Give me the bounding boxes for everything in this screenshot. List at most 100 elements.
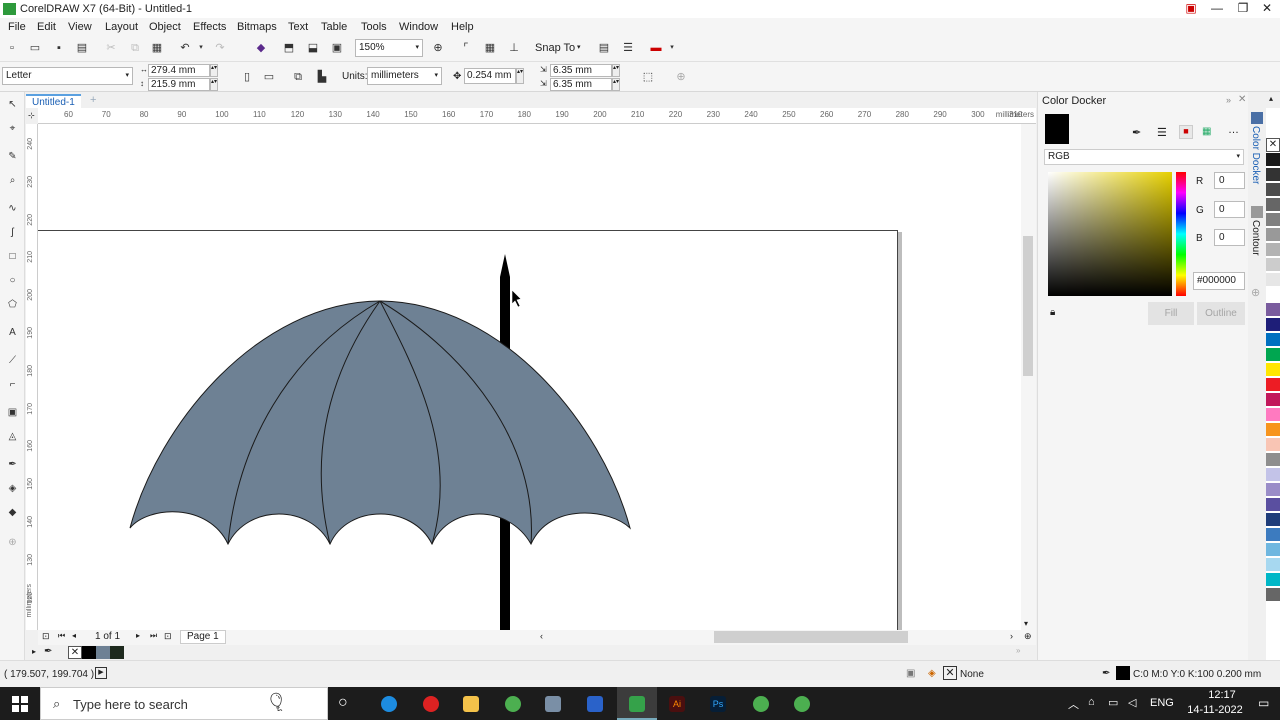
landscape-icon[interactable]: ▭ bbox=[262, 70, 276, 84]
vertical-scrollbar[interactable]: ▾ bbox=[1021, 124, 1036, 630]
palette-swatch[interactable] bbox=[1266, 288, 1280, 302]
coreldraw-taskbar-button[interactable] bbox=[617, 687, 657, 720]
file-explorer-icon[interactable] bbox=[463, 696, 479, 712]
scroll-right-icon[interactable]: › bbox=[1010, 631, 1013, 641]
illustrator-icon[interactable]: Ai bbox=[669, 696, 685, 712]
edge-icon[interactable] bbox=[381, 696, 397, 712]
chevron-down-icon[interactable]: ▾ bbox=[665, 41, 679, 55]
parallel-dimension-icon[interactable]: ⟋ bbox=[6, 354, 19, 367]
app-icon[interactable] bbox=[587, 696, 603, 712]
palette-swatch[interactable] bbox=[1266, 573, 1280, 587]
page-tab[interactable]: Page 1 bbox=[180, 630, 226, 644]
palette-swatch[interactable] bbox=[1266, 303, 1280, 317]
polygon-tool-icon[interactable]: ⬠ bbox=[6, 298, 19, 311]
network-icon[interactable]: ⌂ bbox=[1088, 696, 1095, 708]
menu-tools[interactable]: Tools bbox=[361, 21, 387, 33]
add-page-before-icon[interactable]: ⊡ bbox=[42, 631, 50, 642]
minimize-button[interactable]: — bbox=[1204, 0, 1230, 18]
b-field[interactable]: 0 bbox=[1214, 229, 1245, 246]
palette-swatch[interactable] bbox=[1266, 528, 1280, 542]
close-button[interactable]: ✕ bbox=[1254, 0, 1280, 18]
transparency-tool-icon[interactable]: ◬ bbox=[6, 430, 19, 443]
export-icon[interactable]: ⬓ bbox=[306, 41, 320, 55]
connector-tool-icon[interactable]: ⌐ bbox=[6, 378, 19, 391]
snap-to-button[interactable]: Snap To bbox=[535, 42, 575, 54]
hex-field[interactable]: #000000 bbox=[1193, 272, 1245, 290]
nudge-spinner[interactable]: ▴▾ bbox=[516, 68, 524, 84]
opera-icon[interactable] bbox=[423, 696, 439, 712]
palette-swatch[interactable] bbox=[1266, 213, 1280, 227]
outline-button[interactable]: Outline bbox=[1197, 302, 1245, 325]
units-select[interactable]: millimeters ▾ bbox=[367, 67, 442, 85]
contour-tab[interactable]: Contour bbox=[1250, 220, 1261, 256]
palette-swatch[interactable] bbox=[1266, 153, 1280, 167]
duplicate-x-spinner[interactable]: ▴▾ bbox=[612, 64, 620, 77]
palette-swatch[interactable] bbox=[1266, 393, 1280, 407]
options-icon[interactable]: ▤ bbox=[597, 41, 611, 55]
menu-object[interactable]: Object bbox=[149, 21, 181, 33]
nudge-distance-field[interactable]: 0.254 mm bbox=[464, 68, 516, 84]
black-swatch[interactable] bbox=[82, 646, 96, 659]
add-docker-icon[interactable]: ⊕ bbox=[1251, 286, 1260, 299]
quick-customize-icon[interactable]: ⊕ bbox=[6, 536, 19, 549]
palette-swatch[interactable] bbox=[1266, 318, 1280, 332]
portrait-icon[interactable]: ▯ bbox=[240, 70, 254, 84]
paste-icon[interactable]: ▦ bbox=[150, 41, 164, 55]
palette-swatch[interactable] bbox=[1266, 438, 1280, 452]
redo-icon[interactable]: ↷ bbox=[213, 41, 227, 55]
language-indicator[interactable]: ENG bbox=[1150, 697, 1174, 709]
color-picker-area[interactable] bbox=[1048, 172, 1172, 296]
r-field[interactable]: 0 bbox=[1214, 172, 1245, 189]
color-proof-icon[interactable]: ▣ bbox=[906, 668, 915, 679]
palette-swatch[interactable] bbox=[1266, 363, 1280, 377]
menu-table[interactable]: Table bbox=[321, 21, 347, 33]
outline-color-swatch[interactable] bbox=[1116, 666, 1130, 680]
volume-icon[interactable]: ◁ bbox=[1128, 696, 1136, 709]
palette-swatch[interactable] bbox=[1266, 348, 1280, 362]
palette-swatch[interactable] bbox=[1266, 423, 1280, 437]
more-options-icon[interactable]: … bbox=[1228, 124, 1239, 136]
menu-edit[interactable]: Edit bbox=[37, 21, 56, 33]
lock-icon[interactable]: 🔒︎ bbox=[1050, 307, 1055, 318]
add-page-after-icon[interactable]: ⊡ bbox=[164, 631, 172, 642]
treat-as-filled-icon[interactable]: ⬚ bbox=[641, 70, 655, 84]
current-page-icon[interactable]: ▙ bbox=[315, 70, 329, 84]
photoshop-icon[interactable]: Ps bbox=[710, 696, 726, 712]
show-guidelines-icon[interactable]: ⊥ bbox=[507, 41, 521, 55]
system-tray-chevron-icon[interactable]: ︿ bbox=[1068, 696, 1079, 712]
width-spinner[interactable]: ▴▾ bbox=[210, 64, 218, 77]
shape-tool-icon[interactable]: ⌖ bbox=[6, 122, 19, 135]
chrome-icon[interactable] bbox=[753, 696, 769, 712]
palette-swatch[interactable] bbox=[1266, 468, 1280, 482]
freehand-tool-icon[interactable]: ∿ bbox=[6, 202, 19, 215]
coords-flyout-icon[interactable]: ▶ bbox=[95, 667, 107, 679]
app-icon[interactable] bbox=[545, 696, 561, 712]
palette-swatch[interactable] bbox=[1266, 333, 1280, 347]
pick-tool-icon[interactable]: ↖ bbox=[6, 98, 19, 111]
palette-swatch[interactable] bbox=[1266, 258, 1280, 272]
ellipse-tool-icon[interactable]: ○ bbox=[6, 274, 19, 287]
fill-none-swatch[interactable]: ✕ bbox=[943, 666, 957, 680]
next-page-icon[interactable]: ▸ bbox=[136, 631, 140, 640]
zoom-tool-icon[interactable]: ⌕ bbox=[6, 174, 19, 187]
menu-file[interactable]: File bbox=[8, 21, 26, 33]
menu-view[interactable]: View bbox=[68, 21, 92, 33]
print-icon[interactable]: ▤ bbox=[75, 41, 89, 55]
page-width-field[interactable]: 279.4 mm bbox=[148, 64, 210, 77]
cortana-icon[interactable]: ○ bbox=[338, 694, 348, 712]
color-eyedropper-icon[interactable]: ✒ bbox=[1132, 126, 1141, 139]
chrome-icon[interactable] bbox=[505, 696, 521, 712]
quick-customize-icon[interactable]: ⊕ bbox=[674, 70, 688, 84]
eyedropper-icon[interactable]: ✒ bbox=[44, 646, 52, 657]
all-pages-icon[interactable]: ⧉ bbox=[291, 70, 305, 84]
user-icon[interactable]: ▣ bbox=[1178, 0, 1204, 18]
palette-swatch[interactable] bbox=[1266, 378, 1280, 392]
docker-collapse-icon[interactable]: » bbox=[1226, 95, 1231, 105]
menu-bitmaps[interactable]: Bitmaps bbox=[237, 21, 277, 33]
hue-slider[interactable] bbox=[1176, 172, 1186, 296]
slate-swatch[interactable] bbox=[96, 646, 110, 659]
application-launcher-icon[interactable]: ☰ bbox=[621, 41, 635, 55]
docker-close-icon[interactable]: ✕ bbox=[1238, 94, 1246, 105]
page-size-select[interactable]: Letter ▾ bbox=[2, 67, 133, 85]
undo-dropdown-icon[interactable]: ▾ bbox=[194, 41, 208, 55]
